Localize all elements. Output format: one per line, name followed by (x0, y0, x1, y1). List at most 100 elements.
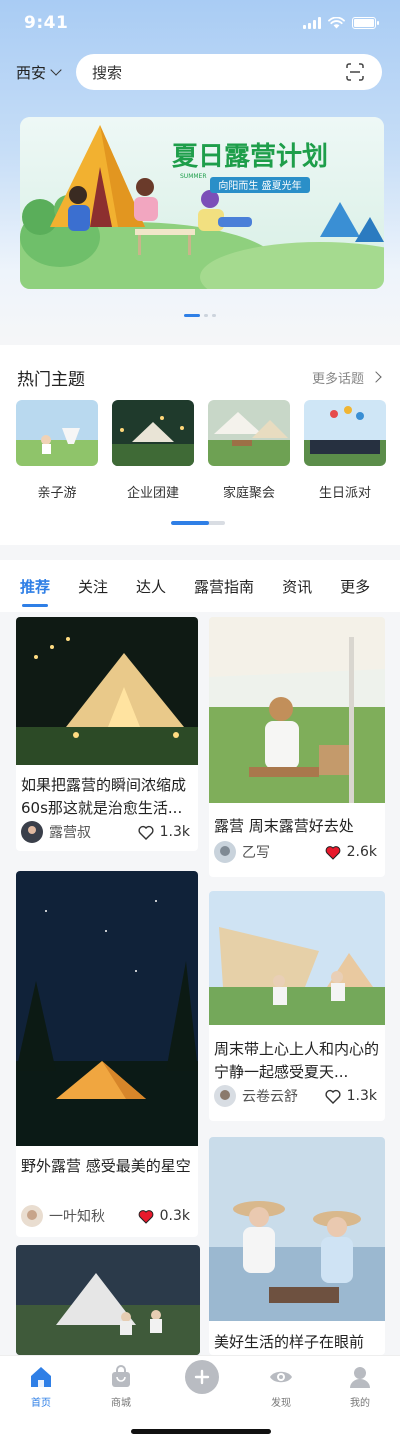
feed-image (16, 617, 198, 765)
banner-small-text: SUMMER (180, 173, 207, 180)
tab-news[interactable]: 资讯 (282, 576, 312, 597)
tab-mall[interactable]: 商城 (91, 1364, 151, 1409)
promo-banner[interactable]: 向阳而生 盛夏光年 夏日露营计划 SUMMER (20, 117, 384, 289)
tab-profile[interactable]: 我的 (330, 1364, 390, 1409)
feed-title: 如果把露营的瞬间浓缩成60s那这就是治愈生活... (21, 776, 187, 817)
author-name: 一叶知秋 (49, 1209, 105, 1225)
city-selector[interactable]: 西安 (16, 62, 62, 83)
shopping-bag-icon (112, 1365, 130, 1387)
feed-image (16, 1245, 200, 1355)
signal-icon (303, 17, 321, 29)
heart-filled-icon (325, 845, 341, 860)
tab-label: 首页 (31, 1398, 51, 1409)
feed-author[interactable]: 一叶知秋 (21, 1205, 105, 1227)
feed-card[interactable]: 美好生活的样子在眼前 (209, 1137, 385, 1355)
more-topics-label: 更多话题 (311, 371, 364, 387)
tab-label: 我的 (350, 1398, 370, 1409)
avatar (214, 1085, 236, 1107)
status-time: 9:41 (24, 13, 69, 33)
like-button[interactable]: 2.6k (325, 844, 377, 860)
banner-pagination (0, 314, 400, 317)
chevron-down-icon (50, 64, 62, 76)
eye-icon (270, 1371, 292, 1383)
heart-outline-icon (138, 825, 154, 840)
search-placeholder: 搜索 (92, 63, 123, 82)
tab-more[interactable]: 更多 (340, 576, 370, 597)
page-dot[interactable] (204, 314, 208, 317)
topic-item-team[interactable]: 企业团建 (112, 400, 194, 501)
topic-item-party[interactable]: 家庭聚会 (208, 400, 290, 501)
author-name: 乙写 (242, 845, 270, 861)
feed-card[interactable]: 周末带上心上人和内心的宁静一起感受夏天... 云卷云舒 1.3k (209, 891, 385, 1121)
battery-icon (352, 17, 379, 29)
topic-label: 生日派对 (318, 486, 371, 501)
banner-subtitle: 向阳而生 盛夏光年 (218, 179, 301, 192)
author-name: 云卷云舒 (242, 1089, 298, 1105)
feed-image (209, 1137, 385, 1321)
status-icons (303, 17, 379, 29)
like-button[interactable]: 1.3k (138, 824, 190, 840)
feed-author[interactable]: 乙写 (214, 841, 270, 863)
home-icon (31, 1367, 51, 1387)
tab-label: 发现 (271, 1398, 291, 1409)
feed-title: 美好生活的样子在眼前 (214, 1333, 365, 1351)
feed-author[interactable]: 云卷云舒 (214, 1085, 298, 1107)
city-label: 西安 (16, 63, 47, 82)
feed-card[interactable]: 如果把露营的瞬间浓缩成60s那这就是治愈生活... 露营叔 1.3k (16, 617, 198, 851)
topic-label: 家庭聚会 (222, 486, 275, 501)
feed-author[interactable]: 露营叔 (21, 821, 91, 843)
like-count: 0.3k (159, 1208, 190, 1224)
home-indicator (131, 1429, 271, 1434)
like-button[interactable]: 0.3k (138, 1208, 190, 1224)
like-button[interactable]: 1.3k (325, 1088, 377, 1104)
hot-topics-section: 热门主题 更多话题 亲子游 企业团建 家庭聚会 生日派对 (0, 345, 400, 545)
avatar (214, 841, 236, 863)
tab-discover[interactable]: 发现 (251, 1364, 311, 1409)
topic-item-birthday[interactable]: 生日派对 (304, 400, 386, 501)
feed-card[interactable]: 野外露营 感受最美的星空 一叶知秋 0.3k (16, 871, 198, 1237)
topic-label: 企业团建 (126, 486, 179, 501)
avatar (21, 821, 43, 843)
feed-title: 周末带上心上人和内心的宁静一起感受夏天... (214, 1040, 380, 1081)
feed-card[interactable]: 露营 周末露营好去处 乙写 2.6k (209, 617, 385, 877)
user-icon (350, 1367, 370, 1388)
page-dot[interactable] (212, 314, 216, 317)
feed-image (209, 617, 385, 803)
search-input[interactable]: 搜索 (76, 54, 382, 90)
tab-camping-guide[interactable]: 露营指南 (194, 576, 254, 597)
heart-filled-icon (138, 1209, 154, 1224)
author-name: 露营叔 (49, 825, 91, 841)
chevron-right-icon (370, 371, 382, 383)
tab-experts[interactable]: 达人 (136, 576, 166, 597)
topic-thumbnail (112, 400, 194, 466)
scan-icon[interactable] (346, 63, 364, 81)
like-count: 1.3k (159, 824, 190, 840)
tab-label: 商城 (111, 1398, 131, 1409)
tab-follow[interactable]: 关注 (78, 576, 108, 597)
status-bar: 9:41 (0, 0, 400, 46)
like-count: 1.3k (346, 1088, 377, 1104)
page-dot-active[interactable] (184, 314, 200, 317)
topics-scroll-indicator (171, 521, 225, 525)
feed-card[interactable] (16, 1245, 200, 1355)
wifi-icon (328, 17, 345, 29)
publish-button[interactable] (185, 1360, 219, 1394)
heart-outline-icon (325, 1089, 341, 1104)
feed-image (209, 891, 385, 1025)
header-row: 西安 搜索 (0, 54, 400, 90)
feed-image (16, 871, 198, 1146)
tab-home[interactable]: 首页 (11, 1364, 71, 1409)
banner-illustration: 向阳而生 盛夏光年 夏日露营计划 SUMMER (20, 117, 384, 289)
topic-label: 亲子游 (37, 486, 77, 501)
avatar (21, 1205, 43, 1227)
topic-thumbnail (208, 400, 290, 466)
banner-title: 夏日露营计划 (172, 142, 328, 172)
topic-item-family[interactable]: 亲子游 (16, 400, 98, 501)
feed-title: 野外露营 感受最美的星空 (21, 1157, 191, 1175)
more-topics-link[interactable]: 更多话题 (311, 368, 382, 387)
feed-title: 露营 周末露营好去处 (214, 817, 354, 835)
hot-topics-title: 热门主题 (17, 369, 85, 390)
plus-icon (194, 1369, 210, 1385)
tab-recommend[interactable]: 推荐 (20, 576, 50, 607)
bottom-tab-bar: 首页 商城 发现 我的 (0, 1355, 400, 1451)
